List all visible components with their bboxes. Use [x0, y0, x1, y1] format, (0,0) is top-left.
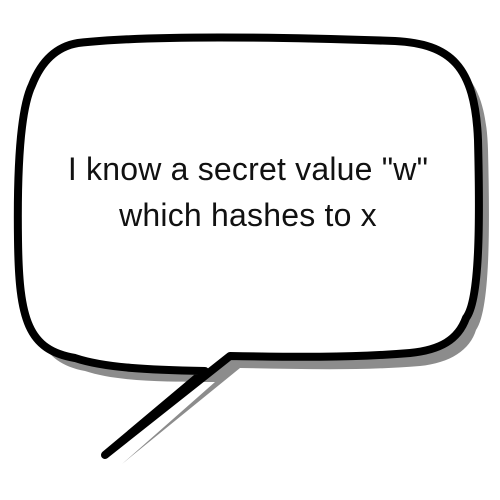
speech-bubble-body — [13, 33, 483, 459]
speech-bubble-scene: I know a secret value "w" which hashes t… — [0, 0, 500, 500]
speech-bubble-graphic — [13, 33, 489, 464]
speech-line-2: which hashes to x — [119, 197, 377, 233]
speech-line-1: I know a secret value "w" — [67, 151, 429, 187]
speech-bubble-text: I know a secret value "w" which hashes t… — [20, 146, 476, 238]
